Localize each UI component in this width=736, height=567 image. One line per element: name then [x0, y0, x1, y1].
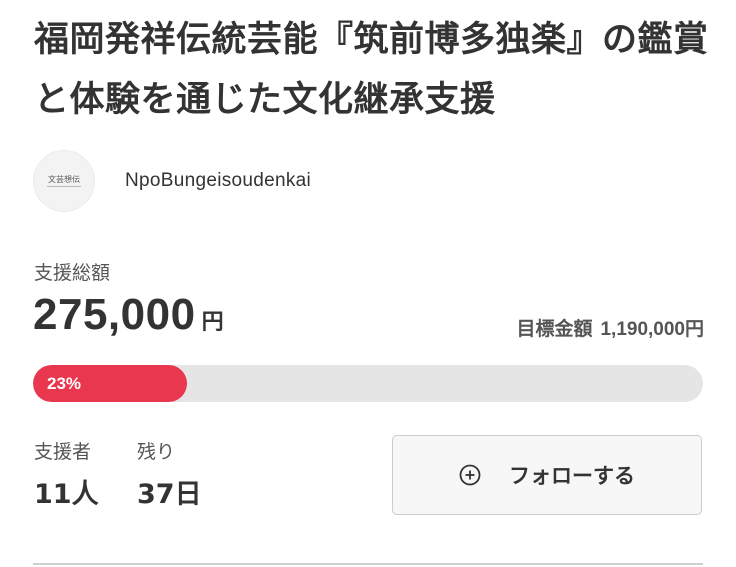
remaining-stat: 残り 37日 — [137, 440, 202, 511]
avatar-decoration — [47, 186, 81, 187]
remaining-value: 37日 — [137, 479, 202, 510]
owner-name[interactable]: NpoBungeisoudenkai — [125, 170, 311, 192]
progress-bar: 23% — [33, 365, 703, 402]
plus-circle-icon — [459, 464, 481, 486]
goal-label: 目標金額 — [516, 318, 593, 340]
goal-amount: 1,190,000円 — [600, 319, 704, 340]
goal-amount-row: 目標金額 1,190,000円 — [516, 314, 704, 341]
total-label: 支援総額 — [34, 262, 111, 284]
total-amount: 275,000 — [33, 290, 196, 339]
owner-info[interactable]: 文芸想伝 NpoBungeisoudenkai — [33, 150, 311, 212]
divider — [33, 563, 703, 565]
remaining-label: 残り — [137, 441, 176, 463]
avatar[interactable]: 文芸想伝 — [33, 150, 95, 212]
supporters-value: 11人 — [34, 479, 99, 510]
project-title: 福岡発祥伝統芸能『筑前博多独楽』の鑑賞と体験を通じた文化継承支援 — [34, 20, 709, 120]
avatar-text: 文芸想伝 — [48, 175, 80, 184]
supporters-label: 支援者 — [34, 441, 92, 463]
follow-label: フォローする — [509, 464, 635, 488]
total-amount-row: 275,000 円 — [33, 290, 224, 340]
progress-percent: 23% — [47, 373, 82, 393]
supporters-stat: 支援者 11人 — [34, 440, 99, 511]
total-currency-unit: 円 — [201, 310, 224, 335]
progress-fill: 23% — [33, 365, 188, 402]
follow-button[interactable]: フォローする — [392, 435, 702, 515]
